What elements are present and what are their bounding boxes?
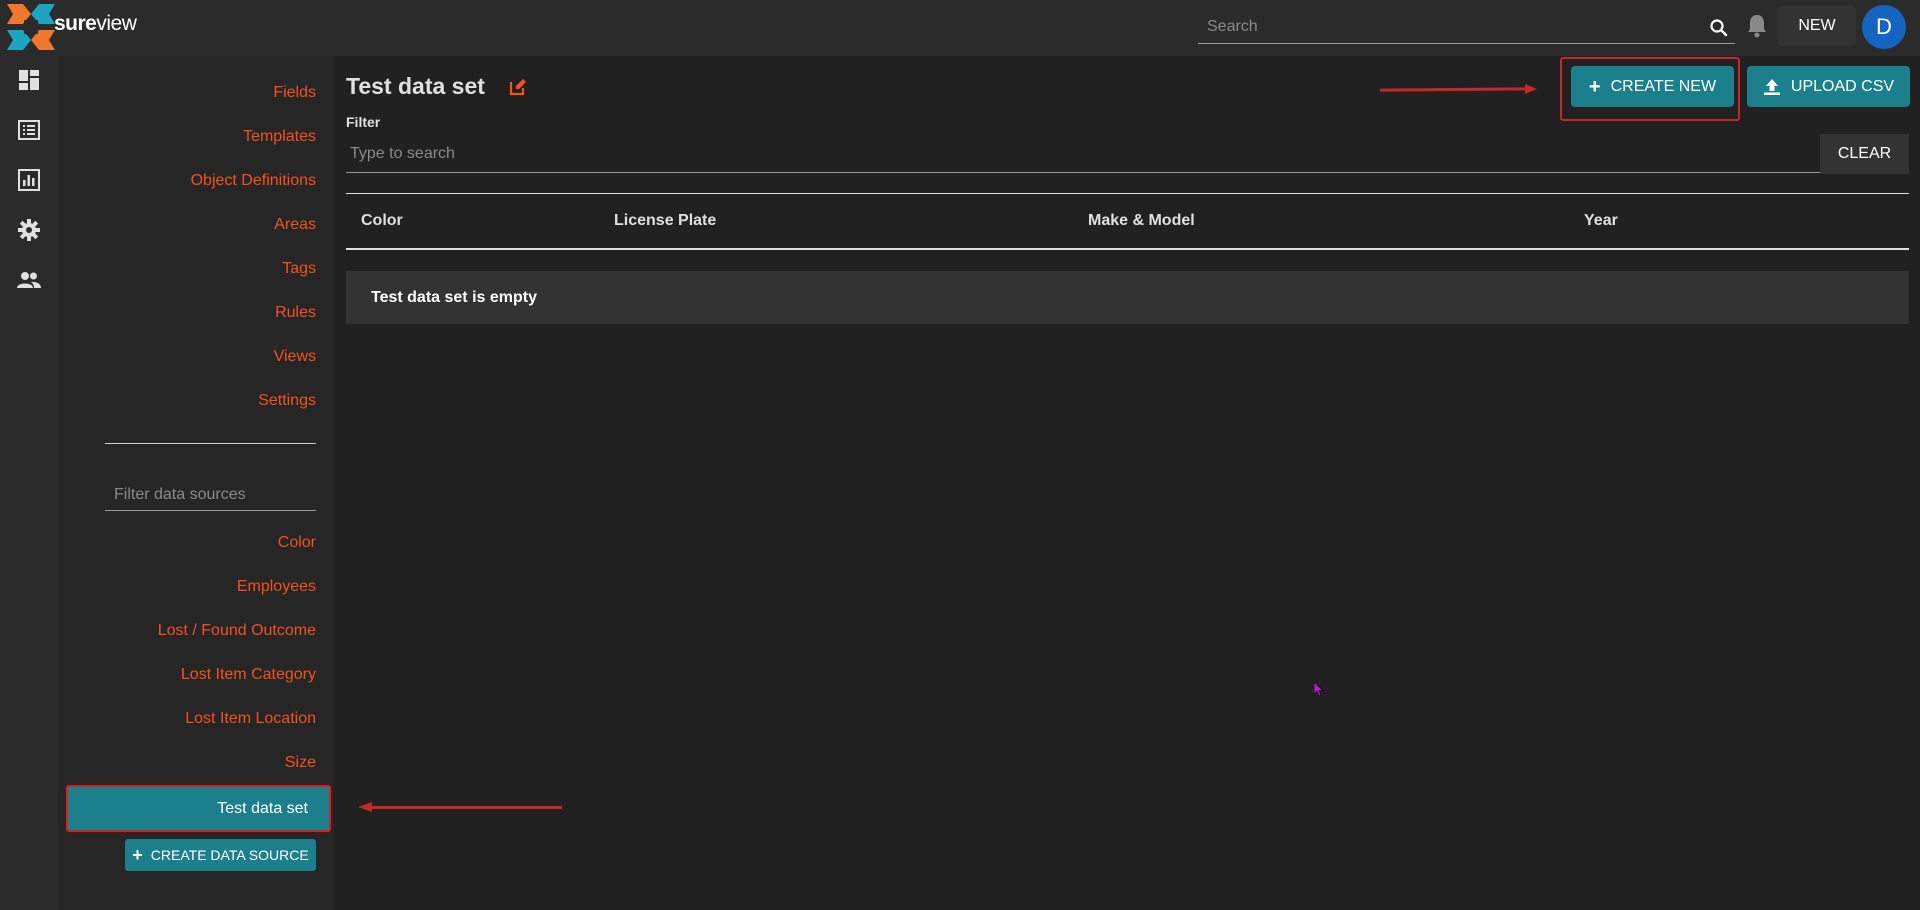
search-input[interactable]: [1198, 12, 1735, 42]
column-header-make-model[interactable]: Make & Model: [1088, 212, 1195, 230]
dashboard-icon[interactable]: [17, 68, 41, 92]
create-new-label: CREATE NEW: [1610, 77, 1717, 95]
global-search: [1198, 12, 1735, 44]
list-icon[interactable]: [17, 118, 41, 142]
gear-icon[interactable]: [17, 218, 41, 242]
filter-input[interactable]: [346, 136, 1820, 172]
sidebar-item-fields[interactable]: Fields: [273, 84, 316, 102]
people-icon[interactable]: [17, 268, 41, 292]
column-header-color[interactable]: Color: [361, 212, 403, 230]
annotation-arrow: [370, 806, 562, 809]
data-source-test-data-set-active[interactable]: Test data set: [66, 785, 331, 832]
plus-icon: +: [1588, 75, 1601, 98]
table-header-divider: [346, 248, 1909, 250]
filter-label: Filter: [346, 114, 381, 130]
column-header-license-plate[interactable]: License Plate: [614, 212, 716, 230]
arrowhead-icon: [1525, 84, 1537, 94]
empty-state-row: Test data set is empty: [346, 271, 1909, 324]
mouse-cursor-icon: [1314, 682, 1324, 696]
search-icon[interactable]: [1709, 18, 1729, 38]
create-data-source-button[interactable]: + CREATE DATA SOURCE: [125, 839, 316, 871]
settings-sidebar: Fields Templates Object Definitions Area…: [58, 56, 334, 910]
create-new-button[interactable]: + CREATE NEW: [1571, 66, 1734, 107]
filter-data-sources: [105, 481, 316, 511]
create-data-source-label: CREATE DATA SOURCE: [150, 847, 309, 863]
data-source-lost-found-outcome[interactable]: Lost / Found Outcome: [158, 622, 316, 640]
upload-csv-label: UPLOAD CSV: [1790, 77, 1895, 95]
filter-field: [346, 136, 1820, 173]
logo-wordmark: sureview: [54, 12, 137, 35]
clear-button[interactable]: CLEAR: [1820, 134, 1909, 174]
sidebar-item-object-definitions[interactable]: Object Definitions: [191, 172, 316, 190]
main-content: Test data set + CREATE NEW UPLOAD CSV Fi…: [334, 56, 1920, 910]
sidebar-item-settings[interactable]: Settings: [258, 392, 316, 410]
plus-icon: +: [132, 845, 143, 865]
chart-icon[interactable]: [17, 168, 41, 192]
upload-csv-button[interactable]: UPLOAD CSV: [1747, 66, 1910, 107]
new-button[interactable]: NEW: [1778, 6, 1856, 46]
data-source-size[interactable]: Size: [285, 754, 316, 772]
upload-icon: [1763, 78, 1780, 95]
nav-rail: [0, 56, 58, 910]
edit-icon[interactable]: [508, 77, 528, 97]
data-source-color[interactable]: Color: [278, 534, 316, 552]
column-header-year[interactable]: Year: [1584, 212, 1618, 230]
sidebar-item-rules[interactable]: Rules: [275, 304, 316, 322]
sidebar-item-views[interactable]: Views: [274, 348, 316, 366]
sidebar-item-tags[interactable]: Tags: [282, 260, 316, 278]
page-title: Test data set: [346, 73, 485, 99]
arrowhead-icon: [358, 802, 372, 812]
data-source-employees[interactable]: Employees: [237, 578, 316, 596]
data-source-lost-item-location[interactable]: Lost Item Location: [185, 710, 316, 728]
user-avatar[interactable]: D: [1862, 5, 1906, 49]
sureview-logo-icon[interactable]: [7, 4, 55, 50]
top-bar: sureview NEW D: [0, 0, 1920, 56]
data-source-lost-item-category[interactable]: Lost Item Category: [181, 666, 316, 684]
sidebar-item-templates[interactable]: Templates: [243, 128, 316, 146]
bell-icon[interactable]: [1745, 12, 1769, 40]
sidebar-item-areas[interactable]: Areas: [274, 216, 316, 234]
table-divider: [346, 193, 1909, 194]
sidebar-divider: [105, 443, 316, 444]
filter-data-sources-input[interactable]: [105, 481, 316, 509]
